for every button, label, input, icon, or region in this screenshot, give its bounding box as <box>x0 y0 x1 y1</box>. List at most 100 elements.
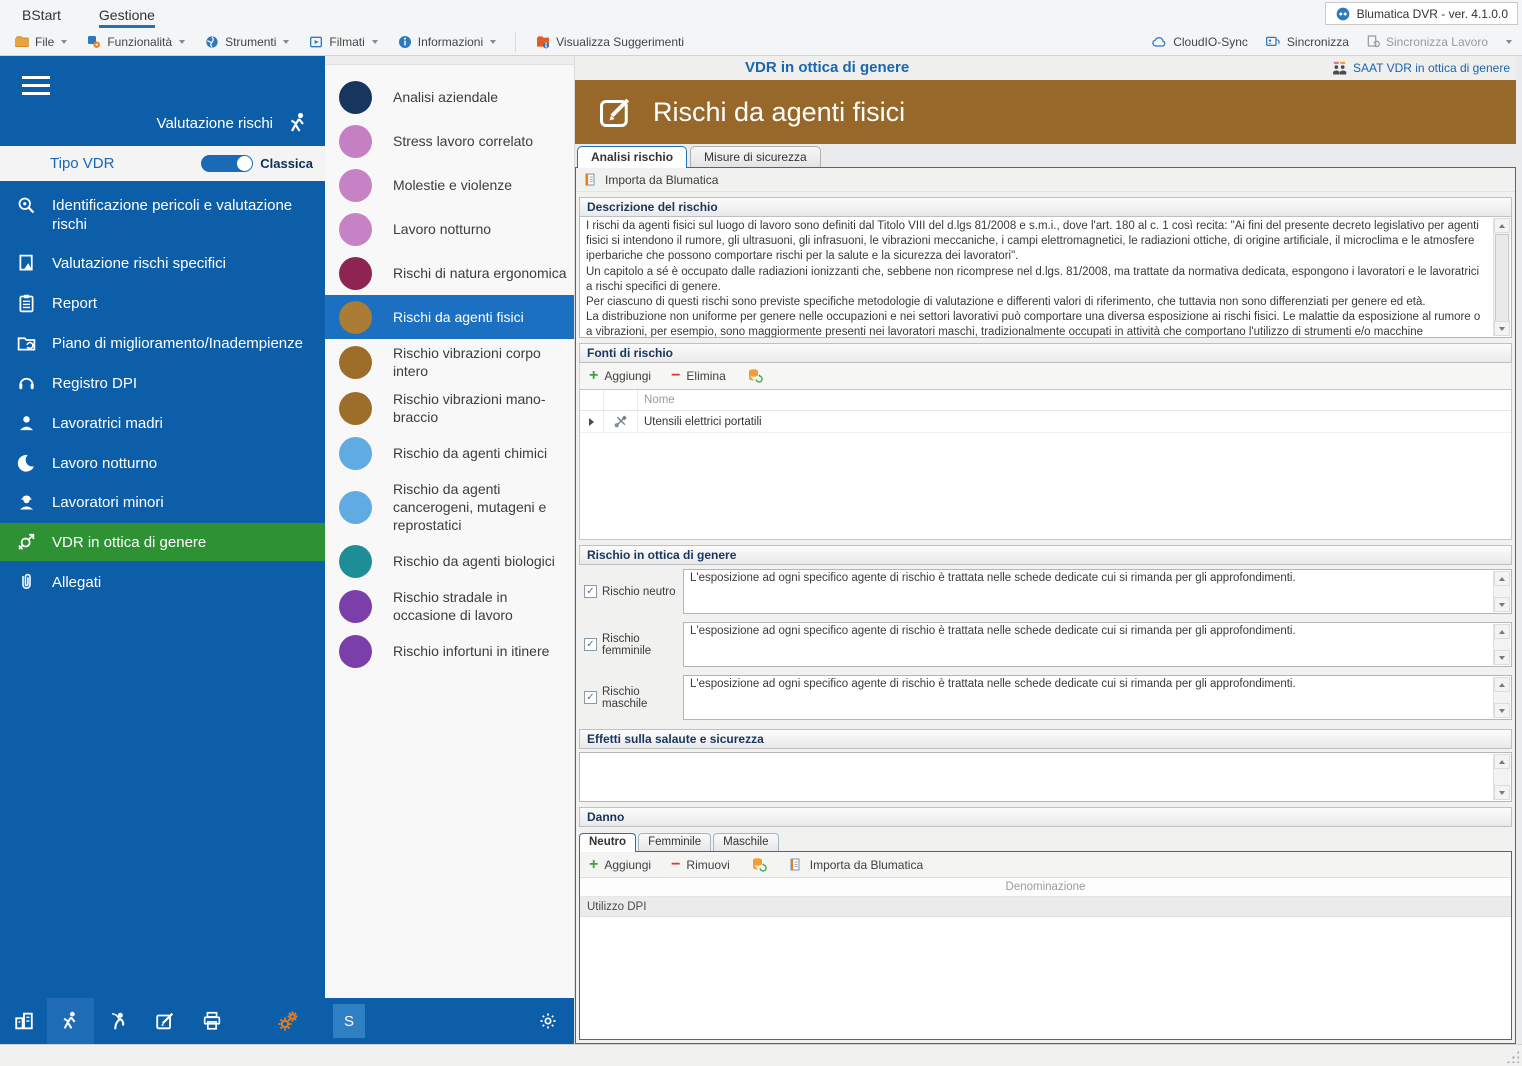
scroll-up-icon[interactable] <box>1494 677 1510 692</box>
sidebar-item-registro-dpi[interactable]: Registro DPI <box>0 364 325 402</box>
menu-tab-bstart[interactable]: BStart <box>22 7 61 28</box>
risk-label: Rischio vibrazioni corpo intero <box>393 344 568 380</box>
database-sync-icon[interactable] <box>746 367 764 385</box>
window-header: BStart Gestione File Funzionalità Strume… <box>0 0 1522 56</box>
list-item-vibrazioni-corpo[interactable]: Rischio vibrazioni corpo intero <box>325 339 574 385</box>
importa-da-blumatica-button[interactable]: Importa da Blumatica <box>605 173 718 187</box>
list-item-vibrazioni-mano[interactable]: Rischio vibrazioni mano-braccio <box>325 385 574 431</box>
aggiungi-button[interactable]: +Aggiungi <box>589 368 651 384</box>
ribbon-overflow-chevron-icon[interactable] <box>1506 40 1512 44</box>
list-item-stress-lavoro[interactable]: Stress lavoro correlato <box>325 119 574 163</box>
descrizione-paragraph: La distribuzione non uniforme per genere… <box>586 310 1487 338</box>
page-title-bar: VDR in ottica di genere SAAT VDR in otti… <box>575 56 1516 80</box>
tab-misure-sicurezza[interactable]: Misure di sicurezza <box>690 146 821 167</box>
edit-module-button[interactable] <box>141 998 188 1044</box>
valutazione-rischi-button[interactable] <box>47 998 94 1044</box>
rischio-femminile-checkbox[interactable]: ✓Rischio femminile <box>579 622 683 667</box>
scroll-down-icon[interactable] <box>1494 650 1510 665</box>
rischio-femminile-textarea[interactable]: L'esposizione ad ogni specifico agente d… <box>683 622 1512 667</box>
sidebar-item-label: Report <box>52 292 97 313</box>
rischio-neutro-textarea[interactable]: L'esposizione ad ogni specifico agente d… <box>683 569 1512 614</box>
sidebar-item-lavoro-notturno[interactable]: Lavoro notturno <box>0 444 325 481</box>
elimina-button[interactable]: −Elimina <box>671 368 726 384</box>
informazioni-menu-button[interactable]: Informazioni <box>397 34 496 50</box>
sidebar-item-vdr-ottica-genere[interactable]: VDR in ottica di genere <box>0 523 325 561</box>
sidebar-item-allegati[interactable]: Allegati <box>0 563 325 601</box>
cloudio-sync-button[interactable]: CloudIO-Sync <box>1150 34 1248 50</box>
company-button[interactable] <box>0 998 47 1044</box>
rimuovi-button[interactable]: −Rimuovi <box>671 857 730 873</box>
visualizza-suggerimenti-button[interactable]: Visualizza Suggerimenti <box>535 34 684 50</box>
list-item-cancerogeni[interactable]: Rischio da agenti cancerogeni, mutageni … <box>325 475 574 539</box>
scroll-up-icon[interactable] <box>1494 624 1510 639</box>
table-row[interactable]: Utensili elettrici portatili <box>580 411 1511 433</box>
strumenti-label: Strumenti <box>225 35 276 49</box>
strumenti-menu-button[interactable]: Strumenti <box>204 34 289 50</box>
worker-module-button[interactable] <box>94 998 141 1044</box>
scroll-up-icon[interactable] <box>1494 218 1510 233</box>
list-item-agenti-fisici[interactable]: Rischi da agenti fisici <box>325 295 574 339</box>
effetti-textarea[interactable] <box>579 752 1512 802</box>
scrollbar[interactable] <box>1493 218 1510 336</box>
scroll-up-icon[interactable] <box>1494 571 1510 586</box>
list-item-analisi-aziendale[interactable]: Analisi aziendale <box>325 75 574 119</box>
list-item-lavoro-notturno[interactable]: Lavoro notturno <box>325 207 574 251</box>
table-row[interactable]: Utilizzo DPI <box>580 897 1511 917</box>
rischio-neutro-checkbox[interactable]: ✓Rischio neutro <box>579 569 683 614</box>
gear-icon[interactable] <box>538 1011 558 1031</box>
list-item-stradale[interactable]: Rischio stradale in occasione di lavoro <box>325 583 574 629</box>
scroll-down-icon[interactable] <box>1494 597 1510 612</box>
print-button[interactable] <box>188 998 235 1044</box>
database-sync-icon[interactable] <box>750 856 768 874</box>
tab-neutro[interactable]: Neutro <box>579 833 636 852</box>
scrollbar[interactable] <box>1493 754 1510 800</box>
sidebar-item-piano-miglioramento[interactable]: Piano di miglioramento/Inadempienze <box>0 324 325 362</box>
menu-tab-gestione[interactable]: Gestione <box>99 7 155 28</box>
risk-label: Rischio infortuni in itinere <box>393 642 549 660</box>
sidebar-item-lavoratori-minori[interactable]: Lavoratori minori <box>0 483 325 521</box>
tab-analisi-rischio[interactable]: Analisi rischio <box>577 146 687 168</box>
tab-femminile[interactable]: Femminile <box>638 833 711 851</box>
list-item-agenti-chimici[interactable]: Rischio da agenti chimici <box>325 431 574 475</box>
funzionalita-menu-button[interactable]: Funzionalità <box>86 34 185 50</box>
importa-da-blumatica-button[interactable]: Importa da Blumatica <box>788 857 923 873</box>
saat-link[interactable]: SAAT VDR in ottica di genere <box>1331 60 1516 77</box>
scrollbar[interactable] <box>1493 624 1510 665</box>
scroll-down-icon[interactable] <box>1494 785 1510 800</box>
rischio-maschile-textarea[interactable]: L'esposizione ad ogni specifico agente d… <box>683 675 1512 720</box>
expand-arrow-icon[interactable] <box>589 418 594 426</box>
scroll-down-icon[interactable] <box>1494 703 1510 718</box>
list-item-ergonomica[interactable]: Rischi di natura ergonomica <box>325 251 574 295</box>
filmati-menu-button[interactable]: Filmati <box>308 34 377 50</box>
import-document-icon <box>583 172 599 188</box>
settings-button[interactable] <box>264 998 311 1044</box>
sidebar-item-report[interactable]: Report <box>0 284 325 322</box>
gears-icon <box>276 1009 300 1033</box>
danno-panel: +Aggiungi −Rimuovi Importa da Blumatica … <box>579 851 1512 1040</box>
scrollbar-thumb[interactable] <box>1495 234 1509 322</box>
file-menu-button[interactable]: File <box>14 34 67 50</box>
sidebar-item-lavoratrici-madri[interactable]: Lavoratrici madri <box>0 404 325 442</box>
list-item-molestie[interactable]: Molestie e violenze <box>325 163 574 207</box>
list-item-itinere[interactable]: Rischio infortuni in itinere <box>325 629 574 673</box>
sidebar-item-identificazione-pericoli[interactable]: Identificazione pericoli e valutazione r… <box>0 186 325 242</box>
sincronizza-button[interactable]: Sincronizza <box>1264 34 1349 50</box>
sincronizza-lavoro-button[interactable]: Sincronizza Lavoro <box>1365 34 1488 50</box>
scroll-down-icon[interactable] <box>1494 321 1510 336</box>
resize-grip[interactable] <box>1506 1050 1519 1063</box>
s-tab-badge[interactable]: S <box>333 1004 365 1038</box>
tab-maschile[interactable]: Maschile <box>713 833 778 851</box>
tipo-vdr-toggle[interactable] <box>201 155 253 172</box>
toggle-knob <box>237 156 252 171</box>
sidebar-item-valutazione-specifici[interactable]: Valutazione rischi specifici <box>0 244 325 282</box>
tipo-vdr-row: Tipo VDR Classica <box>0 146 325 181</box>
list-item-biologici[interactable]: Rischio da agenti biologici <box>325 539 574 583</box>
scrollbar[interactable] <box>1493 677 1510 718</box>
descrizione-textarea[interactable]: I rischi da agenti fisici sul luogo di l… <box>579 217 1512 338</box>
rischio-maschile-checkbox[interactable]: ✓Rischio maschile <box>579 675 683 720</box>
scroll-up-icon[interactable] <box>1494 754 1510 769</box>
descrizione-paragraph: Un capitolo a sé è occupato dalle radiaz… <box>586 265 1487 295</box>
scrollbar[interactable] <box>1493 571 1510 612</box>
aggiungi-button[interactable]: +Aggiungi <box>589 857 651 873</box>
hamburger-menu-icon[interactable] <box>22 76 50 95</box>
